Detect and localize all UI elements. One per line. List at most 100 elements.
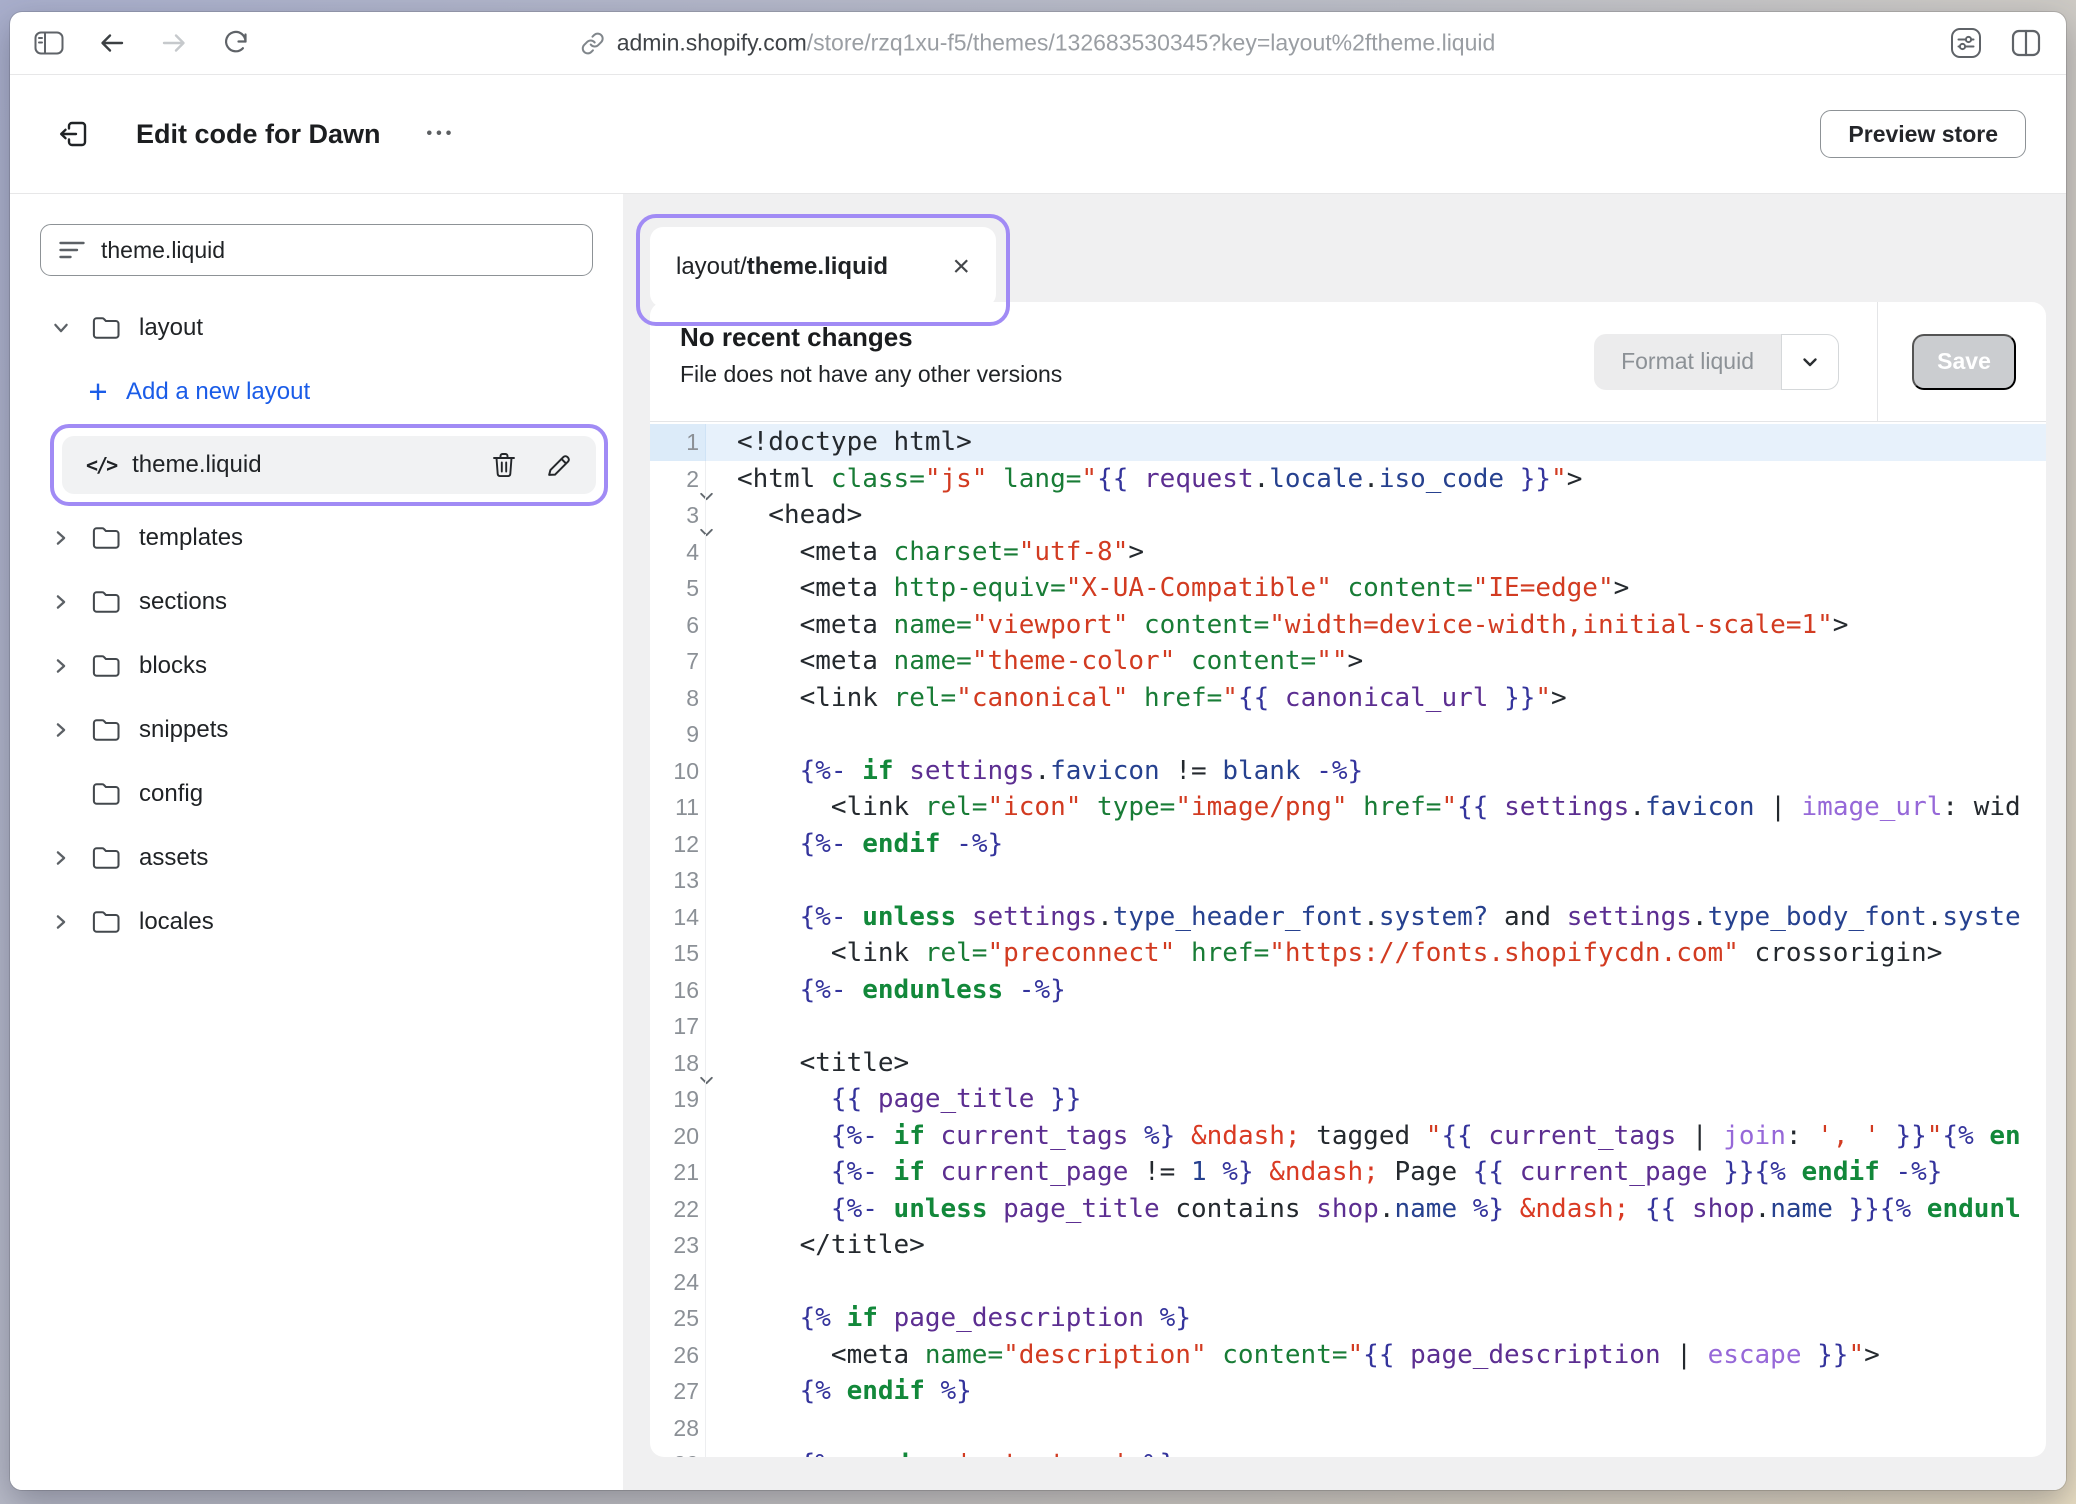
editor-card: No recent changes File does not have any… [650, 302, 2046, 1457]
line-number[interactable]: 2 [650, 461, 706, 498]
chevron-right-icon [51, 912, 71, 932]
code-line-text[interactable]: <meta name="viewport" content="width=dev… [706, 607, 1848, 644]
delete-file-button[interactable] [491, 451, 517, 479]
line-number[interactable]: 22 [650, 1191, 706, 1228]
code-line-text[interactable]: <head> [706, 497, 862, 534]
format-liquid-button[interactable]: Format liquid [1594, 334, 1781, 390]
code-line-text[interactable]: </title> [706, 1227, 925, 1264]
code-line-text[interactable] [706, 1410, 737, 1447]
sidebar-folder-locales[interactable]: locales [10, 890, 623, 954]
page-settings-icon[interactable] [1950, 27, 1982, 59]
reload-icon[interactable] [222, 29, 250, 57]
line-number[interactable]: 17 [650, 1008, 706, 1045]
line-number[interactable]: 8 [650, 680, 706, 717]
code-editor[interactable]: 1<!doctype html>2<html class="js" lang="… [650, 422, 2046, 1457]
code-line-text[interactable]: {%- unless page_title contains shop.name… [706, 1191, 2021, 1228]
code-file-icon: </> [86, 453, 116, 477]
code-line-text[interactable] [706, 1008, 737, 1045]
line-number[interactable]: 10 [650, 753, 706, 790]
address-bar[interactable]: admin.shopify.com/store/rzq1xu-f5/themes… [581, 30, 1496, 57]
add-new-layout-button[interactable]: +Add a new layout [10, 360, 623, 424]
line-number[interactable]: 15 [650, 935, 706, 972]
line-number[interactable]: 23 [650, 1227, 706, 1264]
line-number[interactable]: 21 [650, 1154, 706, 1191]
save-button[interactable]: Save [1912, 334, 2016, 390]
code-line-text[interactable]: <!doctype html> [706, 424, 972, 461]
code-line-text[interactable] [706, 862, 737, 899]
line-number[interactable]: 6 [650, 607, 706, 644]
line-number[interactable]: 28 [650, 1410, 706, 1447]
sidebar-toggle-icon[interactable] [34, 30, 64, 56]
code-line-text[interactable]: {%- if current_tags %} &ndash; tagged "{… [706, 1118, 2021, 1155]
line-number[interactable]: 25 [650, 1300, 706, 1337]
tab-theme-liquid[interactable]: layout/theme.liquid × [650, 227, 996, 307]
code-line-text[interactable]: {% render 'meta-tags' %} [706, 1446, 1175, 1457]
code-line-text[interactable]: {%- if settings.favicon != blank -%} [706, 753, 1363, 790]
line-number[interactable]: 1 [650, 424, 706, 461]
code-line-text[interactable]: {%- endunless -%} [706, 972, 1066, 1009]
code-line: 24 [650, 1264, 2046, 1301]
line-number[interactable]: 16 [650, 972, 706, 1009]
forward-icon[interactable] [160, 30, 188, 56]
line-number[interactable]: 27 [650, 1373, 706, 1410]
line-number[interactable]: 9 [650, 716, 706, 753]
header-divider [1877, 302, 1878, 421]
code-line-text[interactable]: <link rel="canonical" href="{{ canonical… [706, 680, 1567, 717]
editor-area: layout/theme.liquid × No recent changes … [623, 194, 2066, 1490]
code-line-text[interactable]: <link rel="preconnect" href="https://fon… [706, 935, 1942, 972]
code-line-text[interactable]: {%- unless settings.type_header_font.sys… [706, 899, 2021, 936]
back-icon[interactable] [98, 30, 126, 56]
line-number[interactable]: 13 [650, 862, 706, 899]
close-tab-icon[interactable]: × [952, 252, 970, 282]
rename-file-button[interactable] [545, 452, 572, 479]
code-line-text[interactable]: {{ page_title }} [706, 1081, 1081, 1118]
code-line-text[interactable]: <meta http-equiv="X-UA-Compatible" conte… [706, 570, 1629, 607]
code-line-text[interactable]: <title> [706, 1045, 909, 1082]
line-number[interactable]: 29 [650, 1446, 706, 1457]
code-line-text[interactable] [706, 1264, 737, 1301]
sidebar-folder-snippets[interactable]: snippets [10, 698, 623, 762]
code-line-text[interactable] [706, 716, 737, 753]
code-line: 27 {% endif %} [650, 1373, 2046, 1410]
split-view-icon[interactable] [2010, 27, 2042, 59]
line-number[interactable]: 20 [650, 1118, 706, 1155]
preview-store-button[interactable]: Preview store [1820, 110, 2026, 158]
line-number[interactable]: 7 [650, 643, 706, 680]
code-line-text[interactable]: {% endif %} [706, 1373, 972, 1410]
code-line: 28 [650, 1410, 2046, 1447]
exit-icon[interactable] [56, 116, 92, 152]
file-search-input[interactable]: theme.liquid [40, 224, 593, 276]
code-line: 9 [650, 716, 2046, 753]
code-line: 13 [650, 862, 2046, 899]
sidebar-folder-assets[interactable]: assets [10, 826, 623, 890]
line-number[interactable]: 4 [650, 534, 706, 571]
format-liquid-dropdown[interactable] [1781, 334, 1839, 390]
overflow-menu-icon[interactable]: ••• [427, 125, 456, 143]
line-number[interactable]: 18 [650, 1045, 706, 1082]
line-number[interactable]: 5 [650, 570, 706, 607]
code-line-text[interactable]: <meta charset="utf-8"> [706, 534, 1144, 571]
code-line-text[interactable]: <link rel="icon" type="image/png" href="… [706, 789, 2021, 826]
code-line-text[interactable]: <meta name="description" content="{{ pag… [706, 1337, 1880, 1374]
sidebar-file-theme-liquid[interactable]: </>theme.liquid [62, 436, 596, 494]
line-number[interactable]: 11 [650, 789, 706, 826]
sidebar-folder-sections[interactable]: sections [10, 570, 623, 634]
code-line-text[interactable]: <meta name="theme-color" content=""> [706, 643, 1363, 680]
code-line-text[interactable]: {%- if current_page != 1 %} &ndash; Page… [706, 1154, 1942, 1191]
line-number[interactable]: 24 [650, 1264, 706, 1301]
code-line-text[interactable]: {%- endif -%} [706, 826, 1003, 863]
line-number[interactable]: 12 [650, 826, 706, 863]
sidebar-folder-templates[interactable]: templates [10, 506, 623, 570]
line-number[interactable]: 14 [650, 899, 706, 936]
folder-label: templates [139, 524, 243, 552]
code-line-text[interactable]: <html class="js" lang="{{ request.locale… [706, 461, 1582, 498]
sidebar-folder-config[interactable]: config [10, 762, 623, 826]
code-line: 18 <title> [650, 1045, 2046, 1082]
sidebar-folder-layout[interactable]: layout [10, 296, 623, 360]
sidebar-folder-blocks[interactable]: blocks [10, 634, 623, 698]
code-line: 6 <meta name="viewport" content="width=d… [650, 607, 2046, 644]
line-number[interactable]: 19 [650, 1081, 706, 1118]
line-number[interactable]: 3 [650, 497, 706, 534]
line-number[interactable]: 26 [650, 1337, 706, 1374]
code-line-text[interactable]: {% if page_description %} [706, 1300, 1191, 1337]
